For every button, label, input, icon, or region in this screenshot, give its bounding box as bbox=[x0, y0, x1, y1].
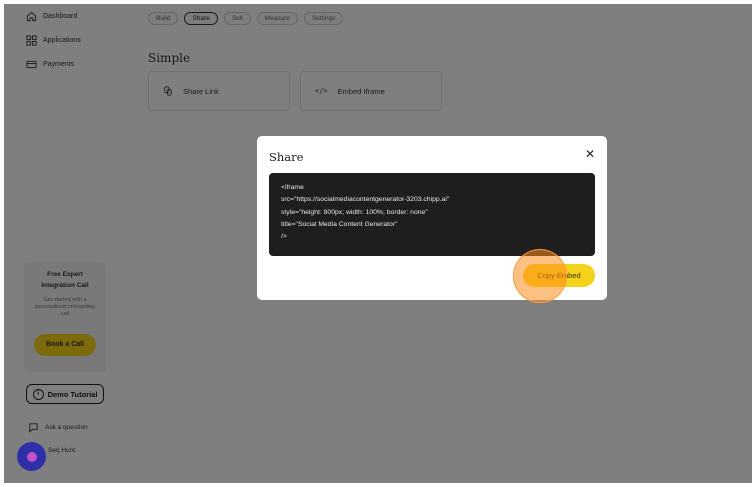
code-line: title="Social Media Content Generator" bbox=[281, 220, 398, 228]
code-line: src="https://socialmediacontentgenerator… bbox=[281, 196, 450, 204]
code-line: <iframe bbox=[281, 184, 304, 191]
chat-dot-icon bbox=[26, 451, 37, 462]
embed-code-box[interactable]: <iframe src="https://socialmediacontentg… bbox=[269, 173, 595, 256]
modal-title: Share bbox=[269, 150, 304, 164]
code-line: /> bbox=[281, 233, 287, 241]
copy-embed-button[interactable]: Copy Embed bbox=[523, 264, 595, 287]
chat-launcher-button[interactable] bbox=[17, 442, 46, 471]
code-line: style="height: 800px; width: 100%; borde… bbox=[281, 208, 428, 216]
share-modal: Share ✕ <iframe src="https://socialmedia… bbox=[257, 136, 607, 303]
close-icon[interactable]: ✕ bbox=[585, 148, 595, 160]
app-window: Dashboard Applications Payments Free Exp… bbox=[4, 4, 752, 483]
